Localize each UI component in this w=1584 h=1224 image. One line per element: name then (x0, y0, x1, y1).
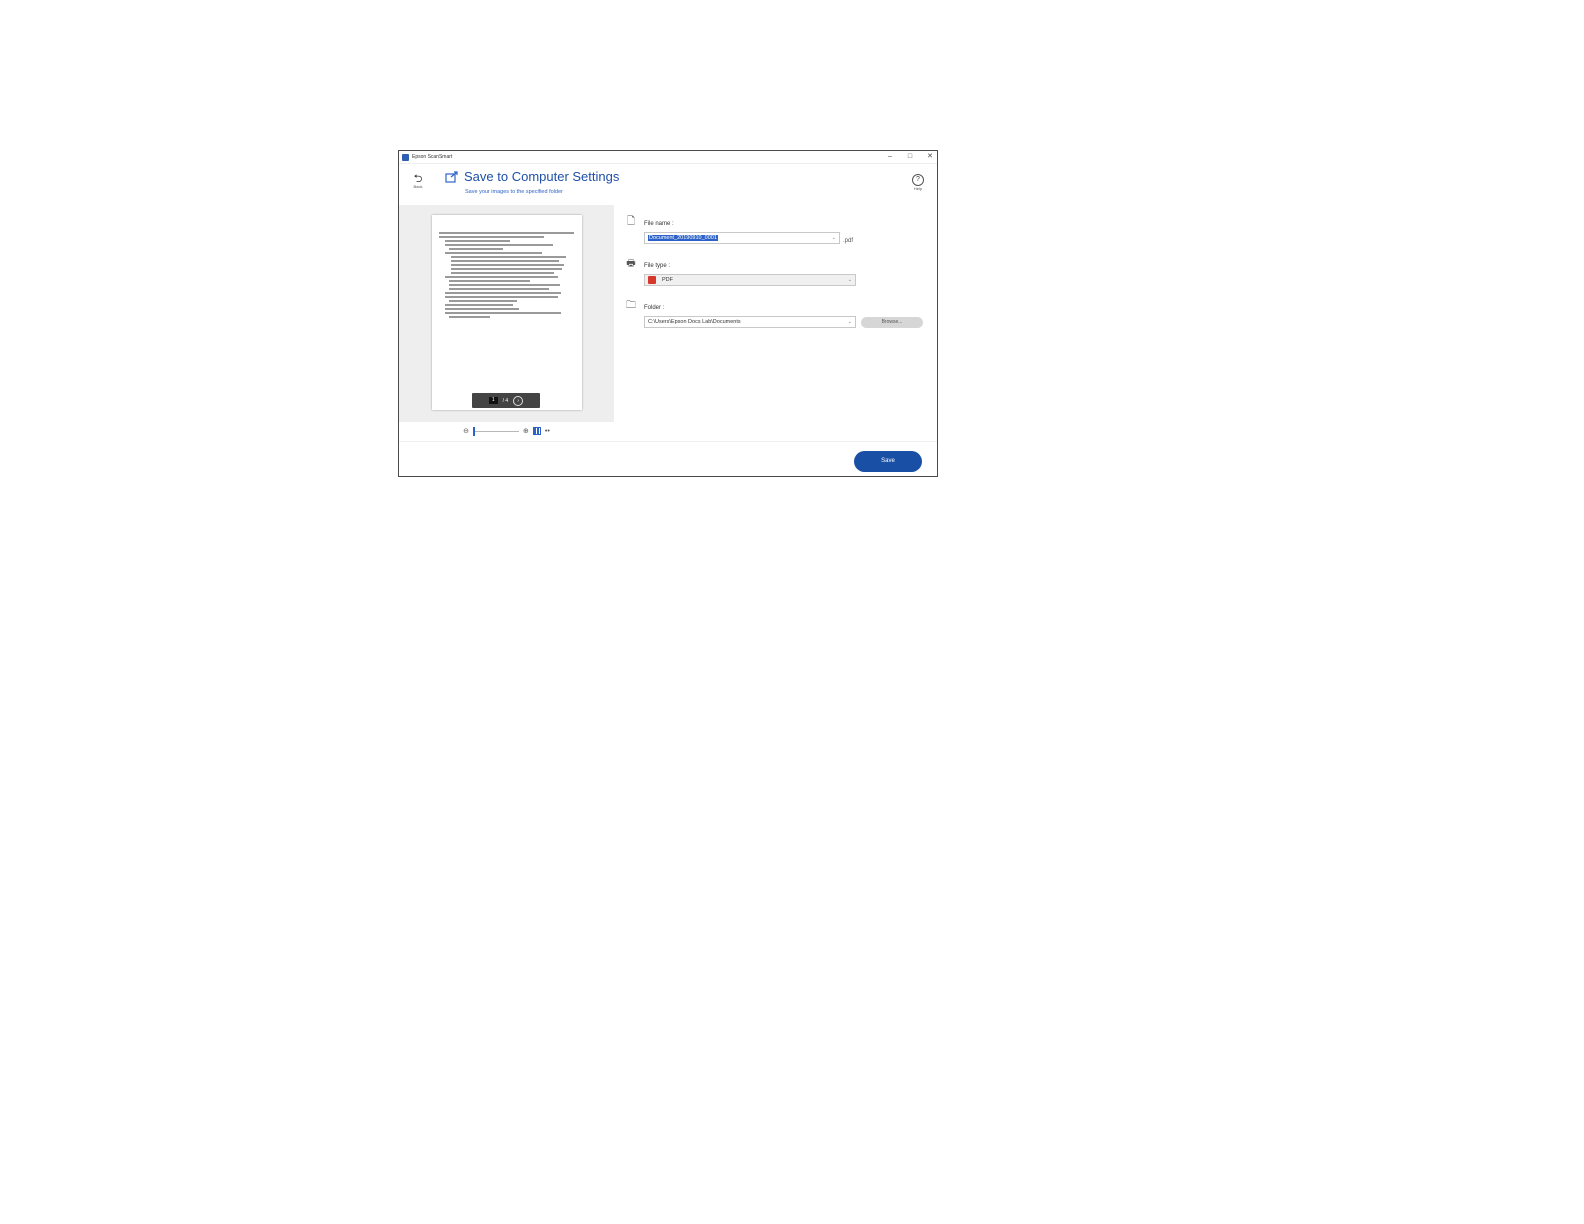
page-subtitle: Save your images to the specified folder (465, 189, 563, 195)
save-button[interactable]: Save (854, 451, 922, 472)
scansmart-window: Epson ScanSmart – □ ✕ ⮌ Back Save to Com… (398, 150, 938, 477)
chevron-down-icon[interactable]: ⌄ (832, 233, 836, 243)
window-title: Epson ScanSmart (412, 154, 453, 160)
folder-value: C:\Users\Epson Docs Lab\Documents (648, 319, 741, 325)
footer-divider (399, 441, 937, 442)
document-icon: 🗋 (626, 216, 636, 227)
fit-to-window-icon[interactable] (532, 427, 541, 435)
save-to-computer-icon (445, 171, 458, 183)
app-logo-icon (402, 153, 409, 161)
chevron-down-icon[interactable]: ⌄ (848, 275, 852, 285)
help-label: Help (913, 186, 923, 191)
maximize-icon[interactable]: □ (907, 151, 913, 163)
document-text-lines (439, 232, 574, 320)
help-icon: ? (912, 174, 924, 186)
help-button[interactable]: ? Help (909, 174, 927, 191)
folder-label: Folder : (644, 305, 665, 311)
file-type-value: PDF (662, 277, 673, 283)
title-bar: Epson ScanSmart – □ ✕ (399, 151, 937, 164)
window-controls: – □ ✕ (887, 151, 933, 163)
file-name-value: Document_20190910_0001 (648, 235, 718, 241)
printer-icon: 🖶 (626, 258, 636, 269)
close-icon[interactable]: ✕ (927, 151, 933, 163)
pdf-icon (648, 276, 656, 284)
next-page-icon[interactable]: › (513, 395, 524, 406)
folder-select[interactable]: C:\Users\Epson Docs Lab\Documents ⌄ (644, 316, 856, 328)
file-name-label: File name : (644, 221, 674, 227)
zoom-toolbar: ⊖ ⊕ •• (399, 422, 614, 440)
zoom-slider[interactable] (473, 426, 520, 436)
zoom-slider-thumb[interactable] (473, 426, 476, 436)
folder-icon: 🗀 (626, 300, 636, 311)
file-type-label: File type : (644, 263, 671, 269)
minimize-icon[interactable]: – (887, 151, 893, 163)
file-extension: .pdf (843, 238, 854, 244)
zoom-out-icon[interactable]: ⊖ (463, 427, 469, 435)
zoom-in-icon[interactable]: ⊕ (523, 427, 529, 435)
file-type-select[interactable]: PDF ⌄ (644, 274, 856, 286)
file-name-input[interactable]: Document_20190910_0001 ⌄ (644, 232, 840, 244)
page-navigator: 1 / 4 › (472, 393, 540, 408)
page-total: / 4 (502, 397, 509, 404)
page-title: Save to Computer Settings (464, 169, 620, 184)
browse-button[interactable]: Browse... (861, 317, 923, 328)
document-preview[interactable]: 1 / 4 › (432, 215, 582, 410)
back-label: Back (413, 184, 423, 189)
preview-pane: 1 / 4 › (399, 205, 614, 422)
chevron-down-icon[interactable]: ⌄ (848, 317, 852, 327)
back-arrow-icon: ⮌ (413, 173, 423, 185)
header: ⮌ Back Save to Computer Settings Save yo… (399, 164, 937, 204)
more-options-icon[interactable]: •• (545, 428, 550, 435)
current-page-field[interactable]: 1 (488, 397, 498, 404)
back-button[interactable]: ⮌ Back (409, 173, 427, 190)
